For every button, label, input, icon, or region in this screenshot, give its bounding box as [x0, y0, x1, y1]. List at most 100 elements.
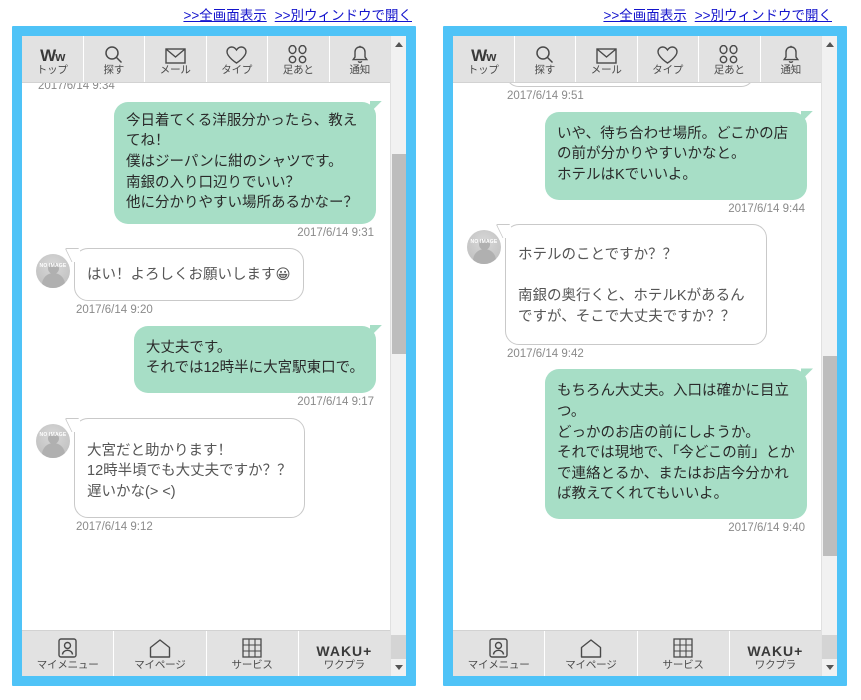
message-bubble-outgoing[interactable]: いや、待ち合わせ場所。どこかの店の前が分かりやすいかなと。 ホテルはKでいいよ。	[545, 111, 807, 200]
bottomnav-mymenu[interactable]: マイメニュー	[22, 631, 115, 676]
scrollbar-thumb[interactable]	[823, 356, 837, 556]
message-row-partial: 2017/6/14 9:51	[467, 83, 807, 112]
nav-top[interactable]: Ww トップ	[22, 36, 84, 82]
message-bubble-outgoing[interactable]: 今日着てくる洋服分かったら、教えてね！ 僕はジーパンに紺のシャツです。 南銀の入…	[114, 101, 376, 224]
left-header-links: >>全画面表示 >>別ウィンドウで開く	[150, 4, 412, 24]
message-row: NO IMAGE ホテルのことですか？？ 南銀の奥行くと、ホテルKがあるんですが…	[467, 224, 807, 369]
nav-notifications[interactable]: 通知	[330, 36, 391, 82]
home-icon	[580, 637, 602, 658]
right-phone-frame: Ww トップ 探す メール タイプ 足あと 通知 2017/6/14 9:51 …	[443, 26, 847, 686]
search-icon	[535, 43, 554, 64]
message-bubble-incoming-partial[interactable]	[505, 83, 755, 87]
avatar-body-shape	[472, 249, 496, 265]
left-new-window-link[interactable]: >>別ウィンドウで開く	[275, 4, 412, 24]
bell-icon	[351, 43, 369, 64]
scroll-up-button[interactable]	[391, 36, 406, 53]
message-row: もちろん大丈夫。入口は確かに目立つ。 どっかのお店の前にしようか。 それでは現地…	[467, 369, 807, 543]
left-fullscreen-link[interactable]: >>全画面表示	[183, 4, 266, 24]
avatar-body-shape	[41, 442, 65, 458]
nav-search[interactable]: 探す	[84, 36, 145, 82]
message-bubble-outgoing[interactable]: もちろん大丈夫。入口は確かに目立つ。 どっかのお店の前にしようか。 それでは現地…	[545, 369, 807, 519]
person-card-icon	[58, 637, 77, 658]
nav-type[interactable]: タイプ	[207, 36, 268, 82]
message-row: NO IMAGE 大宮だと助かります！ 12時半頃でも大丈夫ですか？？ 遅いかな…	[36, 417, 376, 543]
nav-top[interactable]: Ww トップ	[453, 36, 515, 82]
avatar: NO IMAGE	[467, 230, 501, 265]
heart-icon	[226, 43, 247, 64]
message-row-partial: 2017/6/14 9:34	[36, 83, 376, 102]
left-chat-scroll[interactable]: 2017/6/14 9:34 今日着てくる洋服分かったら、教えてね！ 僕はジーパ…	[22, 83, 390, 630]
message-row: いや、待ち合わせ場所。どこかの店の前が分かりやすいかなと。 ホテルはKでいいよ。…	[467, 111, 807, 225]
message-timestamp: 2017/6/14 9:40	[728, 521, 805, 534]
search-icon	[104, 43, 123, 64]
right-bottom-nav: マイメニュー マイページ サービス WAKU+ ワクプラ	[453, 630, 821, 676]
mail-icon	[165, 43, 186, 64]
scroll-up-button[interactable]	[822, 36, 837, 53]
scroll-down-button[interactable]	[391, 659, 406, 676]
nav-mail[interactable]: メール	[576, 36, 638, 82]
scrollbar-track-bottom	[822, 635, 837, 659]
person-card-icon	[489, 637, 508, 658]
bottomnav-mypage[interactable]: マイページ	[545, 631, 638, 676]
message-bubble-incoming[interactable]: はい！よろしくお願いします😀	[74, 248, 304, 302]
scroll-down-button[interactable]	[822, 659, 837, 676]
message-bubble-incoming[interactable]: 大宮だと助かります！ 12時半頃でも大丈夫ですか？？ 遅いかな(> <)	[74, 417, 305, 518]
chevron-down-icon	[395, 665, 403, 670]
bottomnav-mypage[interactable]: マイページ	[114, 631, 207, 676]
wakuplus-logo-icon: WAKU+	[747, 642, 804, 659]
bottomnav-services[interactable]: サービス	[638, 631, 730, 676]
footprints-icon	[719, 43, 740, 64]
bottomnav-mymenu[interactable]: マイメニュー	[453, 631, 546, 676]
nav-footprints[interactable]: 足あと	[699, 36, 761, 82]
screenshot-root: >>全画面表示 >>別ウィンドウで開く Ww トップ 探す メール タイプ 足あ…	[0, 0, 861, 700]
grid-icon	[242, 637, 262, 658]
bottomnav-wakupla[interactable]: WAKU+ ワクプラ	[730, 631, 821, 676]
message-bubble-incoming[interactable]: ホテルのことですか？？ 南銀の奥行くと、ホテルKがあるんですが、そこで大丈夫です…	[505, 224, 767, 345]
left-top-nav: Ww トップ 探す メール タイプ 足あと 通知	[22, 36, 390, 83]
grid-icon	[673, 637, 693, 658]
message-row: 大丈夫です。 それでは12時半に大宮駅東口で。 2017/6/14 9:17	[36, 325, 376, 418]
message-timestamp: 2017/6/14 9:12	[76, 520, 153, 533]
right-chat-list: 2017/6/14 9:51 いや、待ち合わせ場所。どこかの店の前が分かりやすい…	[453, 83, 821, 544]
scrollbar-track-bottom	[391, 635, 406, 659]
home-icon	[149, 637, 171, 658]
right-scrollbar[interactable]	[821, 36, 837, 676]
right-phone-screen: Ww トップ 探す メール タイプ 足あと 通知 2017/6/14 9:51 …	[453, 36, 837, 676]
avatar-body-shape	[41, 273, 65, 289]
nav-notifications[interactable]: 通知	[761, 36, 822, 82]
message-row: 今日着てくる洋服分かったら、教えてね！ 僕はジーパンに紺のシャツです。 南銀の入…	[36, 101, 376, 249]
avatar-no-image-label: NO IMAGE	[470, 238, 498, 245]
avatar: NO IMAGE	[36, 423, 70, 458]
message-timestamp: 2017/6/14 9:51	[507, 90, 584, 102]
right-top-nav: Ww トップ 探す メール タイプ 足あと 通知	[453, 36, 821, 83]
right-new-window-link[interactable]: >>別ウィンドウで開く	[695, 4, 832, 24]
left-chat-list: 2017/6/14 9:34 今日着てくる洋服分かったら、教えてね！ 僕はジーパ…	[22, 83, 390, 542]
bottomnav-services[interactable]: サービス	[207, 631, 299, 676]
bottomnav-wakupla[interactable]: WAKU+ ワクプラ	[299, 631, 390, 676]
logo-ww-icon: Ww	[471, 45, 496, 65]
message-timestamp: 2017/6/14 9:31	[297, 226, 374, 239]
scrollbar-thumb[interactable]	[392, 154, 406, 354]
left-scrollbar[interactable]	[390, 36, 406, 676]
nav-mail[interactable]: メール	[145, 36, 207, 82]
avatar-no-image-label: NO IMAGE	[39, 262, 67, 269]
chevron-up-icon	[826, 42, 834, 47]
left-phone-frame: Ww トップ 探す メール タイプ 足あと 通知 2017/6/14 9:34 …	[12, 26, 416, 686]
bell-icon	[782, 43, 800, 64]
message-bubble-outgoing[interactable]: 大丈夫です。 それでは12時半に大宮駅東口で。	[133, 325, 376, 394]
mail-icon	[596, 43, 617, 64]
message-timestamp: 2017/6/14 9:44	[728, 202, 805, 215]
logo-ww-icon: Ww	[40, 45, 65, 65]
chevron-down-icon	[826, 665, 834, 670]
left-bottom-nav: マイメニュー マイページ サービス WAKU+ ワクプラ	[22, 630, 390, 676]
right-header-links: >>全画面表示 >>別ウィンドウで開く	[570, 4, 832, 24]
message-row: NO IMAGE はい！よろしくお願いします😀 2017/6/14 9:20	[36, 248, 376, 325]
right-fullscreen-link[interactable]: >>全画面表示	[603, 4, 686, 24]
nav-search[interactable]: 探す	[515, 36, 576, 82]
nav-type[interactable]: タイプ	[638, 36, 699, 82]
right-chat-scroll[interactable]: 2017/6/14 9:51 いや、待ち合わせ場所。どこかの店の前が分かりやすい…	[453, 83, 821, 630]
nav-footprints[interactable]: 足あと	[268, 36, 330, 82]
message-timestamp: 2017/6/14 9:34	[38, 83, 115, 92]
message-timestamp: 2017/6/14 9:17	[297, 396, 374, 409]
heart-icon	[657, 43, 678, 64]
